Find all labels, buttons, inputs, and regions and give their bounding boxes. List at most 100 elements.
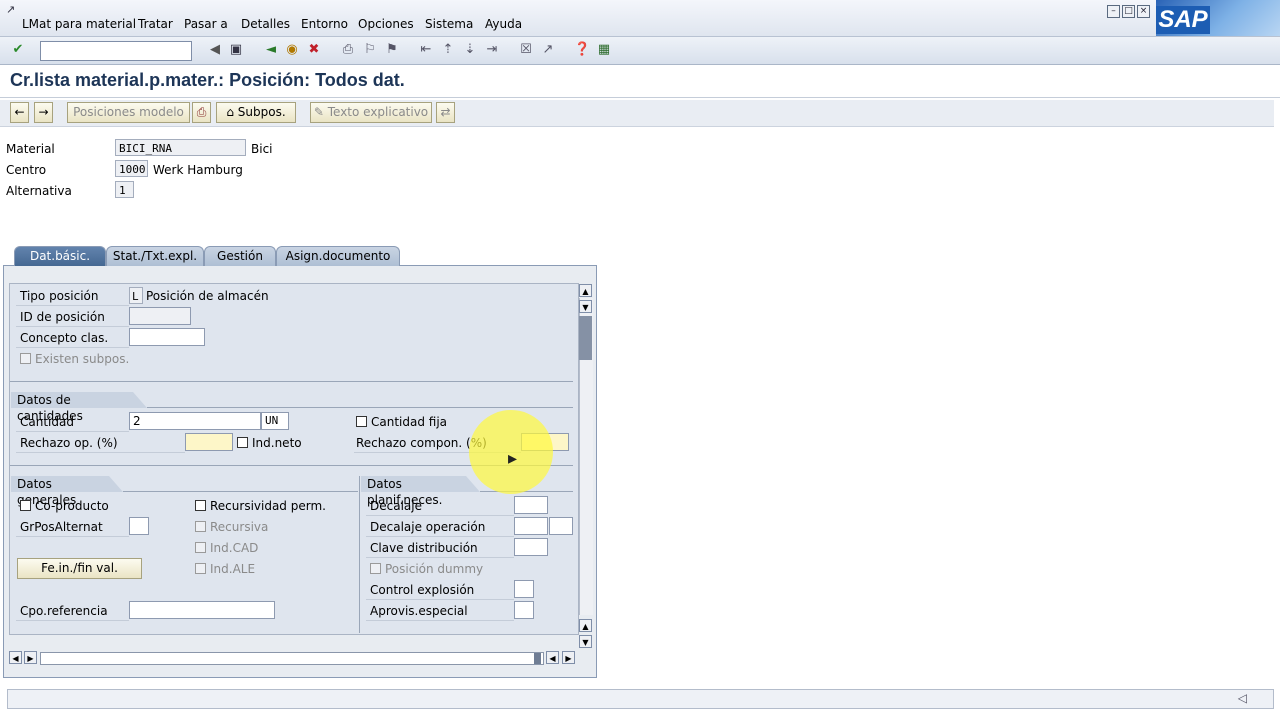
tab-dat-basic[interactable]: Dat.básic.	[14, 246, 106, 266]
standard-toolbar: ✔ ◀ ▣ ◄ ◉ ✖ ⎙ ⚐ ⚑ ⇤ ⇡ ⇣ ⇥ ☒ ↗ ❓ ▦	[0, 37, 1280, 65]
layout-menu-icon[interactable]: ▦	[596, 42, 612, 58]
save-icon[interactable]: ▣	[228, 42, 244, 58]
ind-ale-checkbox[interactable]	[195, 563, 206, 574]
tipo-posicion-description: Posición de almacén	[146, 289, 269, 303]
find-icon[interactable]: ⚐	[362, 42, 378, 58]
texto-explicativo-button[interactable]: ✎ Texto explicativo	[310, 102, 432, 123]
row-divider	[16, 431, 129, 432]
subitem-icon: ⌂	[226, 105, 234, 119]
menu-pasar-a[interactable]: Pasar a	[184, 17, 228, 31]
decalaje-operacion-field[interactable]	[514, 517, 548, 535]
posicion-dummy-checkbox[interactable]	[370, 563, 381, 574]
exit-icon[interactable]: ◉	[284, 42, 300, 58]
minimize-icon[interactable]: –	[1107, 5, 1120, 18]
alternativa-field[interactable]: 1	[115, 181, 134, 198]
menu-sistema[interactable]: Sistema	[425, 17, 473, 31]
id-posicion-field[interactable]	[129, 307, 191, 325]
previous-page-icon[interactable]: ⇡	[440, 42, 456, 58]
cantidad-fija-checkbox[interactable]	[356, 416, 367, 427]
shortcut-icon[interactable]: ↗	[540, 42, 556, 58]
maximize-icon[interactable]: □	[1122, 5, 1135, 18]
ind-neto-checkbox[interactable]	[237, 437, 248, 448]
print-preview-button[interactable]: ⎙	[192, 102, 211, 123]
tipo-posicion-field[interactable]: L	[129, 287, 143, 304]
menu-opciones[interactable]: Opciones	[358, 17, 414, 31]
concepto-clas-field[interactable]	[129, 328, 205, 346]
row-divider	[16, 536, 129, 537]
datos-planif-title: Datos planif.neces.	[361, 476, 480, 507]
row-divider	[16, 326, 129, 327]
concepto-clas-label: Concepto clas.	[20, 331, 109, 345]
grpos-alternat-field[interactable]	[129, 517, 149, 535]
decalaje-unidad-field[interactable]	[549, 517, 573, 535]
fe-in-fin-val-button[interactable]: Fe.in./fin val.	[17, 558, 142, 579]
transfer-button[interactable]: ⇄	[436, 102, 455, 123]
scroll-down-icon[interactable]: ▼	[579, 300, 592, 313]
enter-icon[interactable]: ✔	[10, 42, 26, 58]
menu-ayuda[interactable]: Ayuda	[485, 17, 522, 31]
aprovis-especial-field[interactable]	[514, 601, 534, 619]
tab-asign-documento[interactable]: Asign.documento	[276, 246, 400, 266]
vertical-scroll-thumb[interactable]	[579, 316, 592, 360]
material-field[interactable]: BICI_RNA	[115, 139, 246, 156]
datos-generales-title: Datos generales	[11, 476, 123, 507]
centro-field[interactable]: 1000	[115, 160, 148, 177]
co-producto-checkbox[interactable]	[20, 500, 31, 511]
clave-distribucion-field[interactable]	[514, 538, 548, 556]
row-divider	[366, 515, 514, 516]
cantidad-field[interactable]: 2	[129, 412, 261, 430]
mouse-pointer-icon: ▸	[508, 448, 518, 469]
sap-logo: SAP	[1156, 0, 1280, 36]
menu-entorno[interactable]: Entorno	[301, 17, 348, 31]
tab-stat-txt-expl[interactable]: Stat./Txt.expl.	[106, 246, 204, 266]
scroll-page-up-icon[interactable]: ▲	[579, 619, 592, 632]
scroll-page-left-icon[interactable]: ◀	[546, 651, 559, 664]
previous-item-button[interactable]: ←	[10, 102, 29, 123]
next-page-icon[interactable]: ⇣	[462, 42, 478, 58]
system-menu-icon[interactable]: ↗	[6, 3, 15, 16]
unidad-field[interactable]: UN	[261, 412, 289, 430]
scroll-page-down-icon[interactable]: ▼	[579, 635, 592, 648]
create-session-icon[interactable]: ☒	[518, 42, 534, 58]
tab-gestion[interactable]: Gestión	[204, 246, 276, 266]
print-icon[interactable]: ⎙	[340, 42, 356, 58]
menu-lmat[interactable]: LMat para material	[22, 17, 136, 31]
cpo-referencia-field[interactable]	[129, 601, 275, 619]
find-next-icon[interactable]: ⚑	[384, 42, 400, 58]
horizontal-scroll-thumb[interactable]	[534, 653, 541, 664]
cantidad-label: Cantidad	[20, 415, 74, 429]
co-producto-label: Co-producto	[35, 499, 109, 513]
rechazo-op-label: Rechazo op. (%)	[20, 436, 118, 450]
command-field[interactable]	[40, 41, 192, 61]
rechazo-op-field[interactable]	[185, 433, 233, 451]
help-icon[interactable]: ❓	[574, 42, 590, 58]
subpos-button[interactable]: ⌂ Subpos.	[216, 102, 296, 123]
scroll-left-icon[interactable]: ◀	[9, 651, 22, 664]
back-icon[interactable]: ◄	[263, 42, 279, 58]
ind-cad-checkbox[interactable]	[195, 542, 206, 553]
back-arrow-icon[interactable]: ◀	[207, 42, 223, 58]
scroll-up-icon[interactable]: ▲	[579, 284, 592, 297]
ind-cad-label: Ind.CAD	[210, 541, 259, 555]
last-page-icon[interactable]: ⇥	[484, 42, 500, 58]
section-divider	[10, 381, 573, 382]
next-item-button[interactable]: →	[34, 102, 53, 123]
edit-text-icon: ✎	[313, 105, 324, 119]
row-divider	[16, 347, 129, 348]
recursiva-checkbox[interactable]	[195, 521, 206, 532]
menu-tratar[interactable]: Tratar	[138, 17, 173, 31]
existen-subpos-checkbox[interactable]	[20, 353, 31, 364]
decalaje-field[interactable]	[514, 496, 548, 514]
cancel-icon[interactable]: ✖	[306, 42, 322, 58]
status-expand-icon[interactable]: ◁	[1238, 691, 1247, 705]
close-icon[interactable]: ×	[1137, 5, 1150, 18]
recursividad-checkbox[interactable]	[195, 500, 206, 511]
first-page-icon[interactable]: ⇤	[418, 42, 434, 58]
menu-detalles[interactable]: Detalles	[241, 17, 290, 31]
centro-description: Werk Hamburg	[153, 163, 243, 177]
posiciones-modelo-button[interactable]: Posiciones modelo	[67, 102, 190, 123]
horizontal-scrollbar[interactable]	[40, 652, 544, 665]
scroll-page-right-icon[interactable]: ▶	[562, 651, 575, 664]
control-explosion-field[interactable]	[514, 580, 534, 598]
scroll-right-small-icon[interactable]: ▶	[24, 651, 37, 664]
